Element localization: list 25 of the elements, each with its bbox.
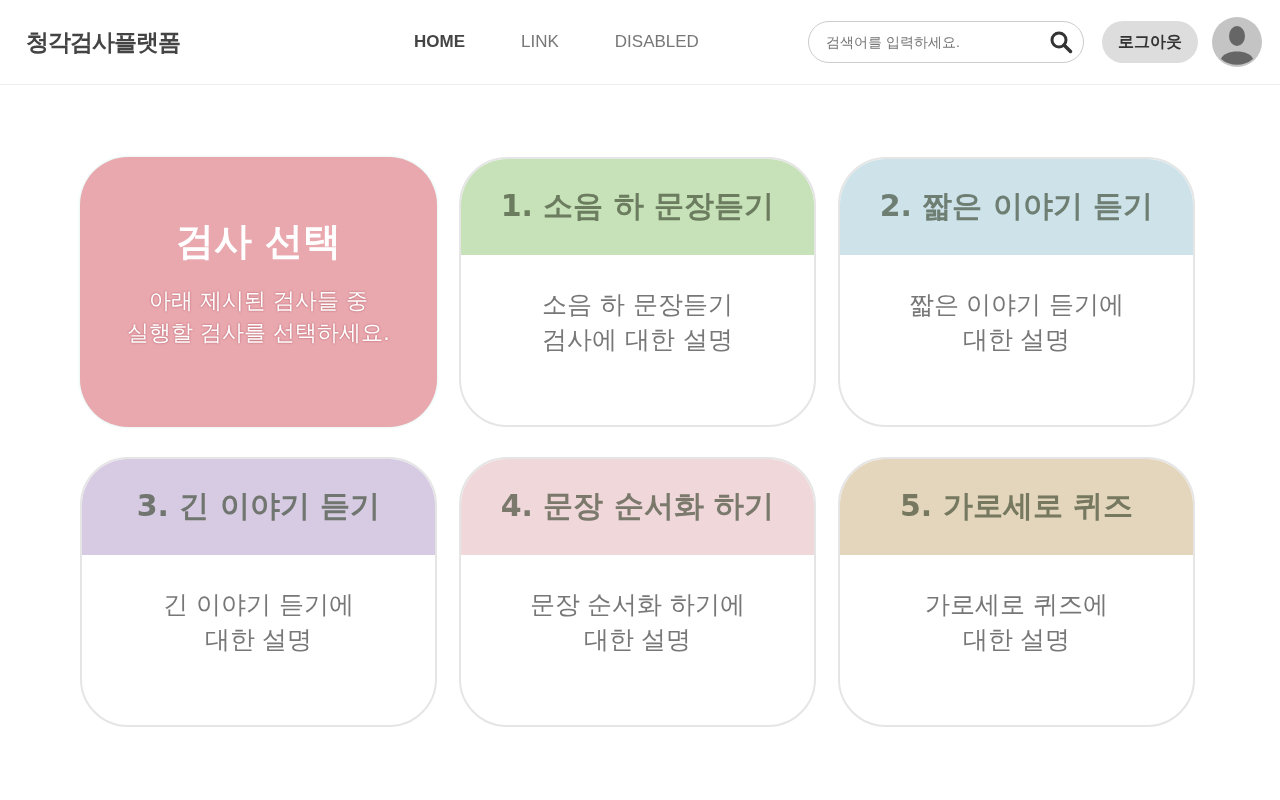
nav-link[interactable]: LINK [521,32,559,52]
avatar-icon[interactable] [1212,17,1262,67]
test-title: 1. 소음 하 문장듣기 [500,186,775,225]
test-card[interactable]: 2. 짧은 이야기 듣기 짧은 이야기 듣기에 대한 설명 [838,157,1195,427]
test-card[interactable]: 3. 긴 이야기 듣기 긴 이야기 듣기에 대한 설명 [80,457,437,727]
nav-link[interactable]: DISABLED [614,32,699,52]
test-description: 소음 하 문장듣기 검사에 대한 설명 [542,289,733,356]
nav-link[interactable]: HOME [414,32,465,52]
test-title: 5. 가로세로 퀴즈 [899,486,1134,525]
test-title: 4. 문장 순서화 하기 [500,486,775,525]
test-description: 짧은 이야기 듣기에 대한 설명 [908,289,1125,356]
test-title: 2. 짧은 이야기 듣기 [879,186,1154,225]
intro-title: 검사 선택 [175,217,342,265]
site-logo[interactable]: 청각검사플랫폼 [26,26,180,58]
test-description: 가로세로 퀴즈에 대한 설명 [925,589,1108,656]
test-card[interactable]: 5. 가로세로 퀴즈 가로세로 퀴즈에 대한 설명 [838,457,1195,727]
search-input[interactable]: 검색어를 입력하세요. [824,33,1049,51]
test-title: 3. 긴 이야기 듣기 [136,486,381,525]
test-card[interactable]: 1. 소음 하 문장듣기 소음 하 문장듣기 검사에 대한 설명 [459,157,816,427]
test-description: 긴 이야기 듣기에 대한 설명 [163,589,354,656]
test-description: 문장 순서화 하기에 대한 설명 [529,589,746,656]
search-icon[interactable] [1049,30,1073,54]
test-card[interactable]: 4. 문장 순서화 하기 문장 순서화 하기에 대한 설명 [459,457,816,727]
intro-text: 아래 제시된 검사들 중 실행할 검사를 선택하세요. [127,286,390,347]
logout-button[interactable]: 로그아웃 [1102,21,1198,63]
